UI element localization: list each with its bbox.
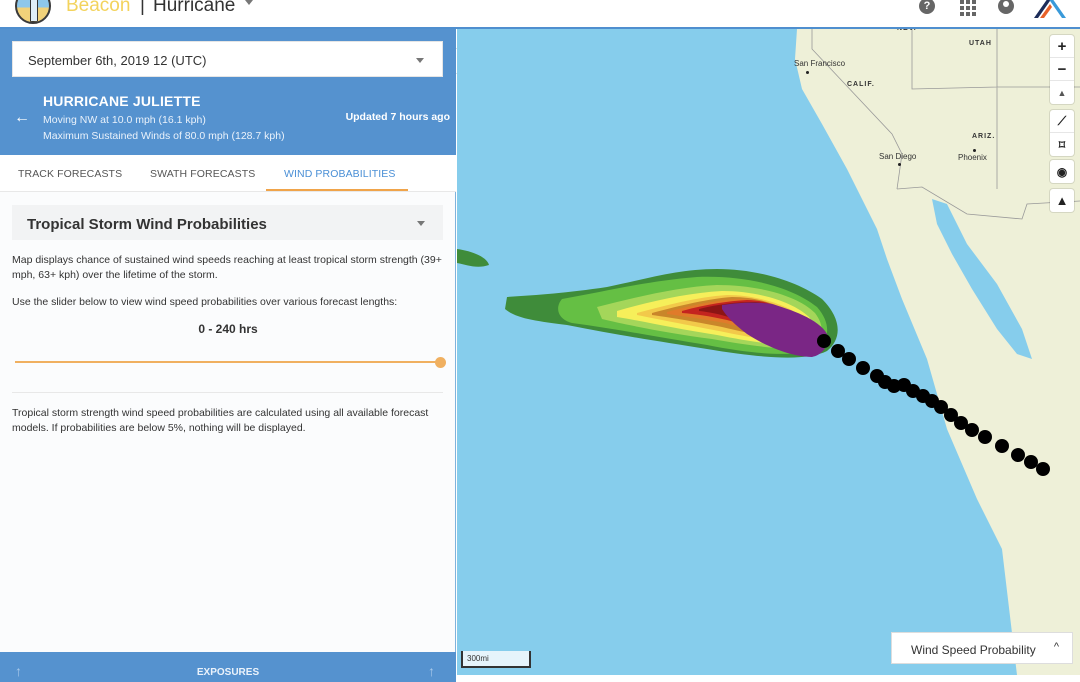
storm-max-winds: Maximum Sustained Winds of 80.0 mph (128… [43,130,285,142]
chevron-up-icon: ^ [1053,641,1059,653]
zoom-in-button[interactable]: + [1050,35,1074,58]
divider [12,392,443,393]
city-dot [806,71,809,74]
city-dot [898,163,901,166]
city-dot [973,149,976,152]
exposures-drawer[interactable]: ↑ EXPOSURES ↑ [0,652,456,682]
track-point[interactable] [978,430,992,444]
top-bar: Beacon | Hurricane ? [0,0,1080,29]
alert-control: ▲ [1050,189,1074,212]
select-area-icon[interactable]: ⌑ [1050,133,1074,156]
swath-band-5pct [457,249,489,267]
track-point[interactable] [1011,448,1025,462]
slider-hint: Use the slider below to view wind speed … [12,296,398,308]
active-tab-indicator [266,189,408,191]
track-point[interactable] [817,334,831,348]
storm-movement: Moving NW at 10.0 mph (16.1 kph) [43,114,206,126]
forecast-length-slider[interactable] [15,361,440,363]
brand-name: Beacon [66,0,131,16]
chevron-down-icon[interactable] [245,0,253,5]
storm-header: September 6th, 2019 12 (UTC) ← HURRICANE… [0,29,456,155]
map-label-ariz: ARIZ. [972,133,996,140]
forecast-date-select[interactable]: September 6th, 2019 12 (UTC) [12,41,443,77]
warning-icon[interactable]: ▲ [1050,189,1074,212]
probability-type-value: Tropical Storm Wind Probabilities [27,216,267,233]
zoom-out-button[interactable]: − [1050,58,1074,81]
track-point[interactable] [856,361,870,375]
forecast-date-value: September 6th, 2019 12 (UTC) [28,53,207,68]
screenshot-control: ◉ [1050,160,1074,183]
arrow-up-icon: ↑ [428,663,435,679]
help-icon[interactable]: ? [919,0,935,14]
map-label-utah: UTAH [969,40,992,47]
measure-line-icon[interactable]: ⟋ [1050,110,1074,133]
legend-toggle-button[interactable]: Wind Speed Probability ^ [891,632,1073,664]
apps-grid-icon[interactable] [960,0,976,16]
map-canvas [457,29,1080,675]
forecast-range-label: 0 - 240 hrs [198,322,258,336]
map-view[interactable]: NEV. UTAH San Francisco CALIF. ARIZ. Pho… [457,29,1080,675]
forecast-tabs: TRACK FORECASTS SWATH FORECASTS WIND PRO… [0,155,456,192]
map-description: Map displays chance of sustained wind sp… [12,254,442,281]
back-arrow-icon[interactable]: ← [14,109,30,127]
brand-separator: | [140,0,145,16]
draw-controls: ⟋ ⌑ [1050,110,1074,156]
track-point[interactable] [995,439,1009,453]
tab-wind-probabilities[interactable]: WIND PROBABILITIES [284,168,396,180]
updated-timestamp: Updated 7 hours ago [345,111,450,123]
probability-type-select[interactable]: Tropical Storm Wind Probabilities [12,205,443,240]
tab-track-forecasts[interactable]: TRACK FORECASTS [18,168,122,180]
map-label-san-francisco: San Francisco [794,59,846,68]
compass-icon[interactable]: ▲ [1050,81,1074,104]
chevron-down-icon [417,221,425,226]
map-scale-bar: 300mi [461,651,531,668]
user-account-icon[interactable] [998,0,1014,14]
legend-label: Wind Speed Probability [911,643,1036,657]
tab-swath-forecasts[interactable]: SWATH FORECASTS [150,168,255,180]
track-point[interactable] [965,423,979,437]
company-logo-icon [1034,0,1066,18]
exposures-label: EXPOSURES [196,667,260,678]
chevron-down-icon [416,58,424,63]
wind-probability-swath [457,249,838,358]
map-label-san-diego: San Diego [879,152,917,161]
sidebar-panel: September 6th, 2019 12 (UTC) ← HURRICANE… [0,29,456,682]
track-point[interactable] [842,352,856,366]
slider-handle[interactable] [435,357,446,368]
track-point[interactable] [1036,462,1050,476]
track-point[interactable] [1024,455,1038,469]
map-label-phoenix: Phoenix [958,153,987,162]
map-label-calif: CALIF. [847,81,875,88]
zoom-controls: + − ▲ [1050,35,1074,104]
camera-icon[interactable]: ◉ [1050,160,1074,183]
storm-name: HURRICANE JULIETTE [43,93,201,109]
beacon-logo-icon[interactable] [15,0,51,24]
product-selector[interactable]: Hurricane [153,0,235,17]
probability-footnote: Tropical storm strength wind speed proba… [12,407,429,434]
map-label-nev: NEV. [897,29,917,32]
